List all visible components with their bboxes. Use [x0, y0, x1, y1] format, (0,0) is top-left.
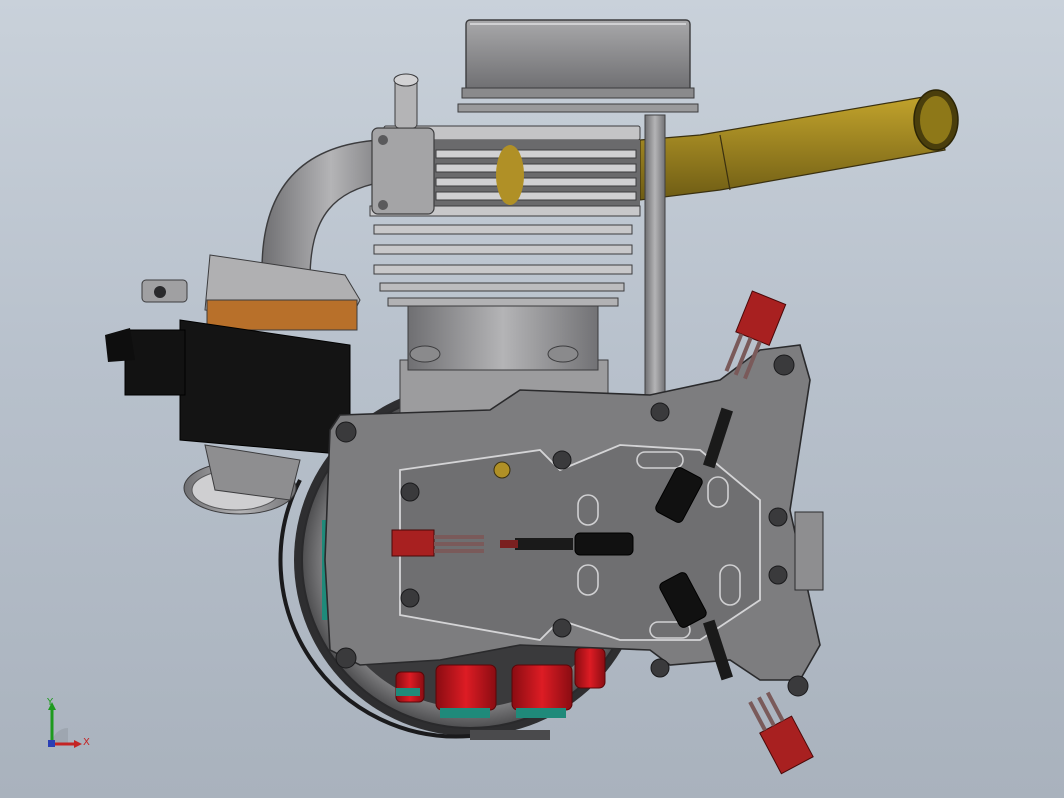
cad-viewport[interactable]: Y X — [0, 0, 1064, 798]
support-rod — [644, 114, 666, 406]
side-boss — [794, 511, 824, 591]
mount-plate — [324, 344, 821, 697]
axis-y-label: Y — [47, 697, 54, 708]
coordinate-triad: Y X — [38, 698, 100, 756]
axis-x-label: X — [83, 737, 90, 748]
engine-model-render[interactable] — [0, 0, 1064, 798]
top-cover — [457, 19, 699, 113]
